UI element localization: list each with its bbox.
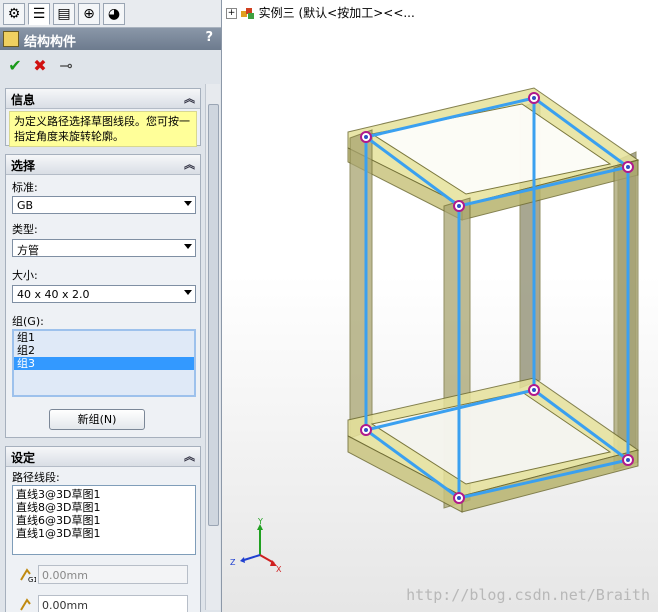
pushpin-icon[interactable]: ⊸ — [56, 56, 76, 76]
list-item[interactable]: 直线1@3D草图1 — [13, 527, 195, 540]
offset-field-2[interactable]: 0.00mm — [38, 595, 188, 612]
selection-group: 选择 ︽ 标准: GB 类型: 方管 大小: 40 x 40 x 2.0 组(G… — [5, 154, 201, 438]
standard-select[interactable]: GB — [12, 196, 196, 214]
triad-z-label: Z — [230, 558, 236, 567]
collapse-chevron-icon[interactable]: ︽ — [184, 448, 195, 464]
configuration-manager-icon[interactable]: ▤ — [53, 3, 75, 25]
property-manager-icon[interactable]: ☰ — [28, 3, 50, 25]
property-manager-title-bar: 结构构件 ? — [0, 28, 221, 50]
selection-header-label: 选择 — [11, 159, 36, 173]
selection-group-header[interactable]: 选择 ︽ — [6, 155, 200, 175]
settings-group: 设定 ︽ 路径线段: 直线3@3D草图1 直线8@3D草图1 直线6@3D草图1… — [5, 446, 201, 612]
type-label: 类型: — [12, 223, 38, 236]
info-group: 信息 ︽ 为定义路径选择草图线段。您可按一指定角度来旋转轮廓。 — [5, 88, 201, 147]
reference-triad: Y X Z — [230, 517, 282, 574]
offset-field-1[interactable]: 0.00mm — [38, 565, 188, 584]
size-select[interactable]: 40 x 40 x 2.0 — [12, 285, 196, 303]
offset-field-2-value: 0.00mm — [42, 599, 88, 612]
structural-member-icon — [3, 31, 19, 47]
groups-label: 组(G): — [12, 315, 44, 328]
settings-header-label: 设定 — [11, 451, 36, 465]
graphics-viewport[interactable]: + 实例三 (默认<按加工><<... Y X Z http://blog.cs… — [222, 0, 658, 612]
settings-group-header[interactable]: 设定 ︽ — [6, 447, 200, 467]
type-value: 方管 — [17, 244, 39, 257]
list-item[interactable]: 直线6@3D草图1 — [13, 514, 195, 527]
scrollbar-thumb[interactable] — [208, 104, 219, 526]
panel-scrollbar[interactable] — [205, 84, 220, 610]
property-manager-panel: ⚙ ☰ ▤ ⊕ ◕ 结构构件 ? ✔ ✖ ⊸ 信息 ︽ 为定义路径选择草图线段。… — [0, 0, 222, 612]
watermark-text: http://blog.csdn.net/Braith — [406, 586, 650, 604]
panel-scroll-area: 信息 ︽ 为定义路径选择草图线段。您可按一指定角度来旋转轮廓。 选择 ︽ 标准:… — [0, 84, 204, 612]
groups-listbox[interactable]: 组1 组2 组3 — [12, 329, 196, 397]
manager-tabs: ⚙ ☰ ▤ ⊕ ◕ — [0, 0, 221, 28]
dropdown-arrow-icon — [184, 201, 192, 206]
dropdown-arrow-icon — [184, 290, 192, 295]
offset-field-1-value: 0.00mm — [42, 569, 88, 582]
collapse-chevron-icon[interactable]: ︽ — [184, 156, 195, 172]
feature-manager-icon[interactable]: ⚙ — [3, 3, 25, 25]
dropdown-arrow-icon — [184, 244, 192, 249]
display-manager-icon[interactable]: ◕ — [103, 3, 125, 25]
size-value: 40 x 40 x 2.0 — [17, 288, 90, 301]
z-axis-icon — [243, 554, 261, 561]
list-item[interactable]: 组2 — [14, 344, 194, 357]
ok-check-icon[interactable]: ✔ — [5, 56, 25, 76]
path-segments-listbox[interactable]: 直线3@3D草图1 直线8@3D草图1 直线6@3D草图1 直线1@3D草图1 — [12, 485, 196, 555]
list-item[interactable]: 组3 — [14, 357, 194, 370]
svg-text:G1: G1 — [28, 576, 36, 583]
rotation-angle-icon — [18, 595, 36, 612]
list-item[interactable]: 组1 — [14, 331, 194, 344]
help-button[interactable]: ? — [205, 30, 213, 45]
size-label: 大小: — [12, 269, 38, 282]
type-select[interactable]: 方管 — [12, 239, 196, 257]
page-title: 结构构件 — [24, 35, 77, 50]
info-header-label: 信息 — [11, 93, 36, 107]
mirror-offset-icon: G1 — [18, 565, 38, 584]
dimxpert-icon[interactable]: ⊕ — [78, 3, 100, 25]
triad-x-label: X — [276, 565, 282, 574]
list-item[interactable]: 直线8@3D草图1 — [13, 501, 195, 514]
info-group-header[interactable]: 信息 ︽ — [6, 89, 200, 109]
path-segments-label: 路径线段: — [12, 471, 60, 484]
action-bar: ✔ ✖ ⊸ — [0, 52, 221, 80]
collapse-chevron-icon[interactable]: ︽ — [184, 90, 195, 106]
list-item[interactable]: 直线3@3D草图1 — [13, 488, 195, 501]
frame-model[interactable]: Y X Z — [222, 0, 658, 612]
new-group-button[interactable]: 新组(N) — [49, 409, 145, 430]
standard-label: 标准: — [12, 181, 38, 194]
standard-value: GB — [17, 199, 34, 212]
cancel-x-icon[interactable]: ✖ — [30, 56, 50, 76]
triad-y-label: Y — [257, 517, 263, 526]
info-message: 为定义路径选择草图线段。您可按一指定角度来旋转轮廓。 — [9, 111, 197, 147]
